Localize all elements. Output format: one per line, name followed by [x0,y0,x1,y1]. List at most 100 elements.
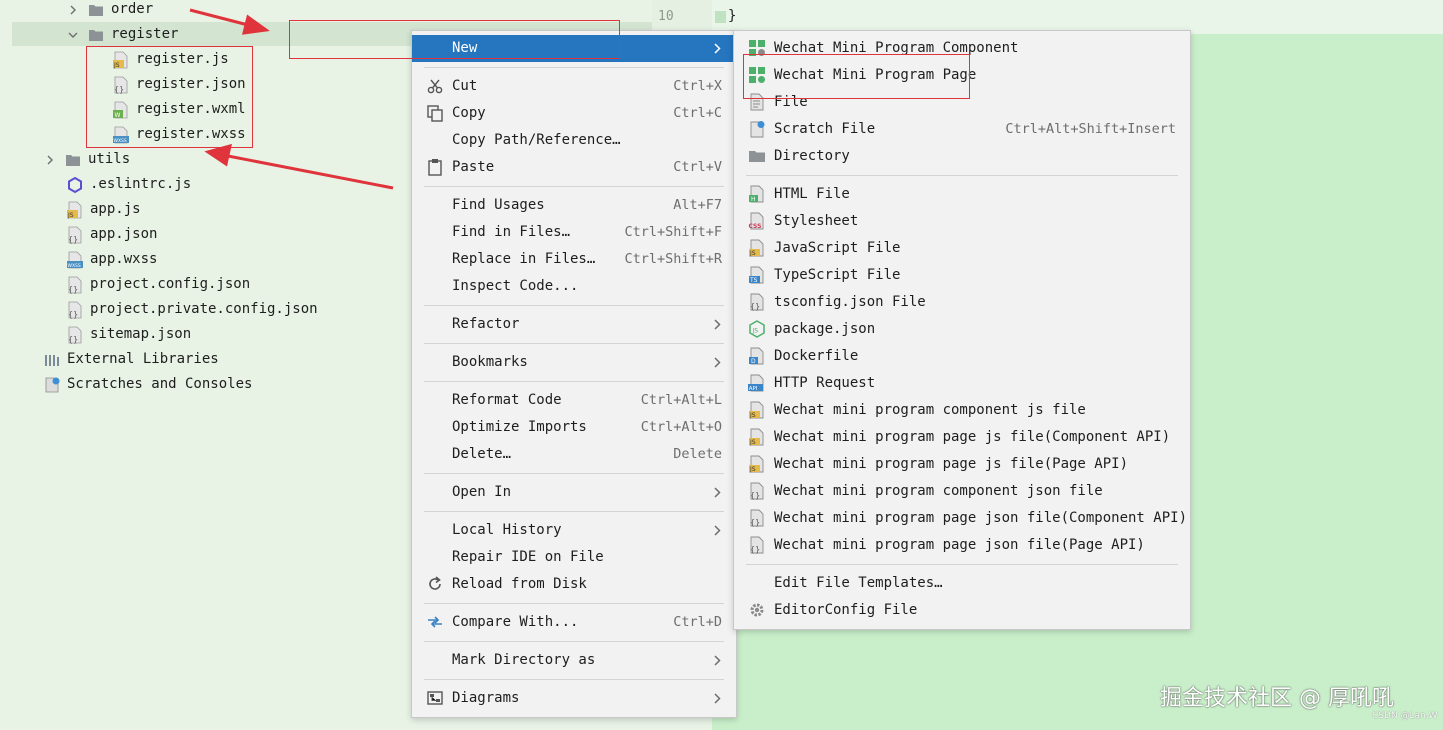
menu-item-label: Compare With... [452,614,579,630]
chevron-right-icon [712,356,722,369]
menu-item-refactor[interactable]: Refactor [412,311,736,338]
json-file-icon: {} [67,301,83,319]
menu-shortcut: Ctrl+C [673,105,722,121]
tree-file-project-private-config[interactable]: {} project.private.config.json [67,297,318,322]
tree-folder-register[interactable]: register [66,22,178,47]
menu-item-label: Replace in Files… [452,251,596,267]
menu-separator [424,305,724,306]
menu-item-label: Paste [452,159,495,175]
submenu-item-editorconfig[interactable]: EditorConfig File [734,597,1190,624]
menu-item-cut[interactable]: Cut Ctrl+X [412,73,736,100]
submenu-item-stylesheet[interactable]: CSS Stylesheet [734,208,1190,235]
diagram-icon [426,689,444,707]
new-submenu: Wechat Mini Program Component Wechat Min… [733,30,1191,630]
ts-file-icon: TS [748,266,766,284]
svg-text:JS: JS [749,466,756,473]
tree-folder-order[interactable]: order [66,0,153,22]
tree-file-app-wxss[interactable]: WXSS app.wxss [67,247,157,272]
chevron-right-icon[interactable] [66,3,80,17]
menu-separator [424,343,724,344]
submenu-item-wx-component-json[interactable]: {} Wechat mini program component json fi… [734,478,1190,505]
menu-separator [424,381,724,382]
menu-item-reload-from-disk[interactable]: Reload from Disk [412,571,736,598]
submenu-item-javascript-file[interactable]: JS JavaScript File [734,235,1190,262]
menu-item-label: Repair IDE on File [452,549,604,565]
tree-file-app-js[interactable]: JS app.js [67,197,141,222]
menu-item-open-in[interactable]: Open In [412,479,736,506]
menu-shortcut: Ctrl+D [673,614,722,630]
svg-text:JS: JS [749,439,756,446]
menu-item-optimize-imports[interactable]: Optimize Imports Ctrl+Alt+O [412,414,736,441]
editor-line-area [712,0,1443,34]
line-number: 10 [652,0,712,34]
menu-item-label: Open In [452,484,512,500]
menu-item-find-in-files[interactable]: Find in Files… Ctrl+Shift+F [412,219,736,246]
menu-item-label: JavaScript File [774,240,901,256]
menu-item-label: TypeScript File [774,267,901,283]
json-file-icon: {} [748,293,766,311]
json-file-icon: {} [748,536,766,554]
tree-file-eslintrc[interactable]: .eslintrc.js [67,172,191,197]
chevron-right-icon [712,654,722,667]
submenu-item-scratch-file[interactable]: Scratch File Ctrl+Alt+Shift+Insert [734,116,1190,143]
menu-item-bookmarks[interactable]: Bookmarks [412,349,736,376]
submenu-item-wx-page-json-page[interactable]: {} Wechat mini program page json file(Pa… [734,532,1190,559]
tree-label: External Libraries [67,351,219,367]
fold-marker[interactable] [715,11,726,23]
menu-shortcut: Ctrl+Shift+R [624,251,722,267]
scratch-file-icon [748,120,766,138]
submenu-item-wx-page-js-page[interactable]: JS Wechat mini program page js file(Page… [734,451,1190,478]
submenu-item-html-file[interactable]: H HTML File [734,181,1190,208]
menu-item-mark-directory[interactable]: Mark Directory as [412,647,736,674]
submenu-item-package-json[interactable]: JS package.json [734,316,1190,343]
menu-item-label: Dockerfile [774,348,859,364]
chevron-right-icon [712,42,722,55]
menu-item-find-usages[interactable]: Find Usages Alt+F7 [412,192,736,219]
menu-item-label: Directory [774,148,850,164]
menu-separator [424,603,724,604]
tree-file-app-json[interactable]: {} app.json [67,222,157,247]
submenu-item-typescript-file[interactable]: TS TypeScript File [734,262,1190,289]
svg-text:{}: {} [750,545,760,554]
annotation-box-wechat-page [743,54,970,99]
chevron-right-icon [712,318,722,331]
js-file-icon: JS [67,201,83,219]
menu-shortcut: Ctrl+Alt+Shift+Insert [1005,121,1176,137]
submenu-item-dockerfile[interactable]: D Dockerfile [734,343,1190,370]
menu-item-copy[interactable]: Copy Ctrl+C [412,100,736,127]
menu-item-label: HTTP Request [774,375,876,391]
submenu-item-wx-page-json-component[interactable]: {} Wechat mini program page json file(Co… [734,505,1190,532]
submenu-item-directory[interactable]: Directory [734,143,1190,170]
menu-item-label: Scratch File [774,121,876,137]
submenu-item-edit-file-templates[interactable]: Edit File Templates… [734,570,1190,597]
tree-label: project.private.config.json [90,301,318,317]
menu-item-replace-in-files[interactable]: Replace in Files… Ctrl+Shift+R [412,246,736,273]
chevron-right-icon[interactable] [43,153,57,167]
submenu-item-tsconfig[interactable]: {} tsconfig.json File [734,289,1190,316]
svg-text:JS: JS [749,250,756,257]
menu-item-compare-with[interactable]: Compare With... Ctrl+D [412,609,736,636]
menu-item-local-history[interactable]: Local History [412,517,736,544]
js-file-icon: JS [748,455,766,473]
tree-folder-utils[interactable]: utils [43,147,130,172]
docker-icon: D [748,347,766,365]
submenu-item-wx-component-js[interactable]: JS Wechat mini program component js file [734,397,1190,424]
chevron-down-icon[interactable] [66,28,80,42]
menu-item-repair-ide[interactable]: Repair IDE on File [412,544,736,571]
menu-item-reformat-code[interactable]: Reformat Code Ctrl+Alt+L [412,387,736,414]
svg-text:{}: {} [750,518,760,527]
menu-item-paste[interactable]: Paste Ctrl+V [412,154,736,181]
tree-external-libraries[interactable]: External Libraries [44,347,219,372]
tree-scratches[interactable]: Scratches and Consoles [44,372,252,397]
menu-item-inspect-code[interactable]: Inspect Code... [412,273,736,300]
menu-item-diagrams[interactable]: Diagrams [412,685,736,712]
submenu-item-wx-page-js-component[interactable]: JS Wechat mini program page js file(Comp… [734,424,1190,451]
menu-item-label: Wechat mini program page js file(Page AP… [774,456,1129,472]
tree-file-sitemap[interactable]: {} sitemap.json [67,322,191,347]
svg-text:{}: {} [68,285,78,294]
menu-item-copy-path[interactable]: Copy Path/Reference… [412,127,736,154]
tree-file-project-config[interactable]: {} project.config.json [67,272,250,297]
submenu-item-http-request[interactable]: API HTTP Request [734,370,1190,397]
menu-item-label: Delete… [452,446,512,462]
menu-item-delete[interactable]: Delete… Delete [412,441,736,468]
